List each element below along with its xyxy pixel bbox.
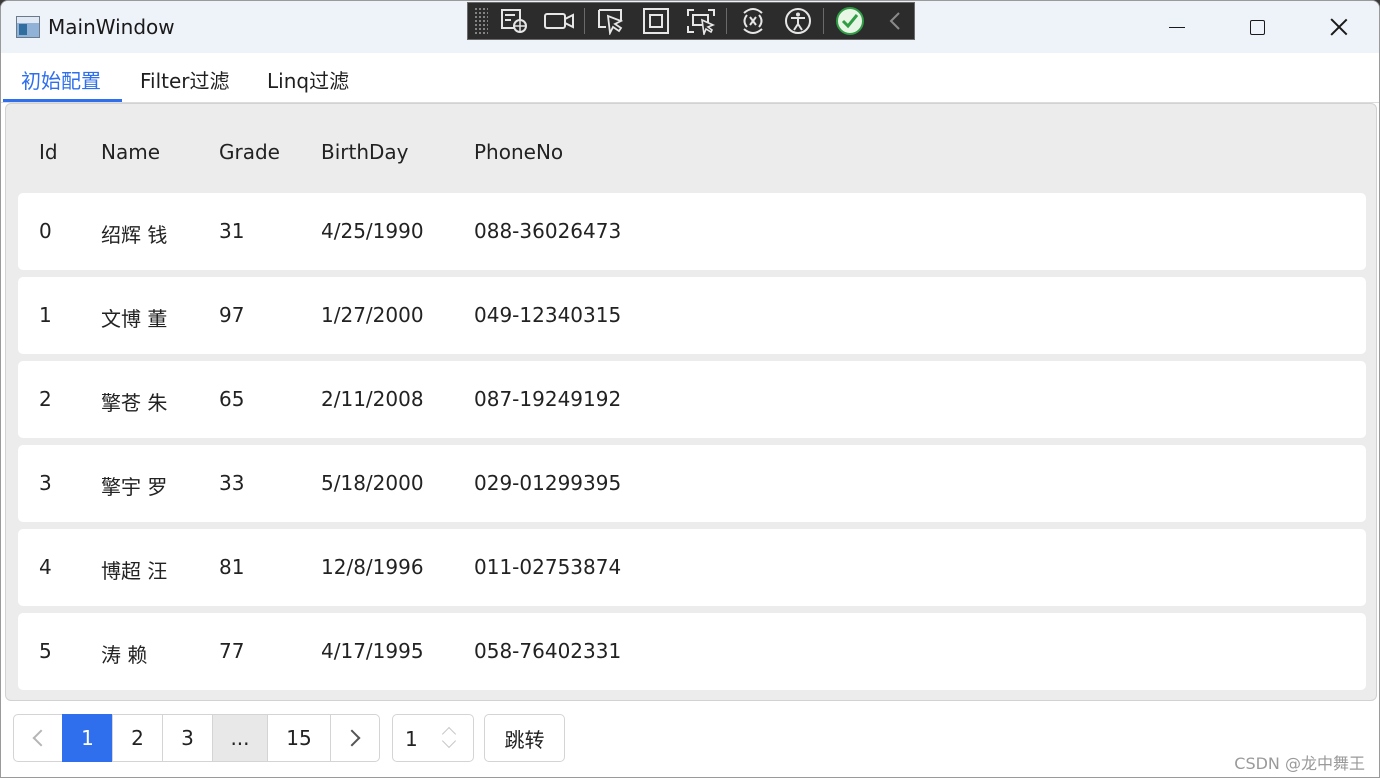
maximize-button[interactable] xyxy=(1217,1,1297,53)
data-grid[interactable]: Id Name Grade BirthDay PhoneNo 0 绍辉 钱 31… xyxy=(5,103,1377,701)
accessibility-icon[interactable] xyxy=(780,5,817,37)
cell-birthday: 5/18/2000 xyxy=(321,471,424,495)
cell-grade: 81 xyxy=(219,555,245,579)
drag-grip-icon[interactable] xyxy=(474,7,488,35)
table-row[interactable]: 1 文博 董 97 1/27/2000 049-12340315 xyxy=(18,277,1366,354)
cell-name: 绍辉 钱 xyxy=(101,223,168,247)
cursor-select-icon[interactable] xyxy=(593,5,630,37)
cell-name: 博超 汪 xyxy=(101,559,168,583)
chevron-left-icon xyxy=(32,729,50,747)
tab-linq[interactable]: Linq过滤 xyxy=(267,65,349,94)
cell-name: 涛 赖 xyxy=(101,643,148,667)
close-button[interactable] xyxy=(1299,1,1379,53)
previous-page-button[interactable] xyxy=(13,714,63,762)
window-title: MainWindow xyxy=(48,15,175,39)
page-number-value[interactable]: 1 xyxy=(405,727,418,751)
toolbar-separator xyxy=(583,8,585,34)
cell-id: 4 xyxy=(39,555,52,579)
cell-id: 3 xyxy=(39,471,52,495)
cell-id: 2 xyxy=(39,387,52,411)
tab-filter[interactable]: Filter过滤 xyxy=(140,65,230,94)
toolbar-separator xyxy=(725,8,727,34)
video-camera-icon[interactable] xyxy=(541,5,578,37)
cell-grade: 77 xyxy=(219,639,245,663)
display-layout-icon[interactable] xyxy=(683,5,720,37)
cell-name: 文博 董 xyxy=(101,307,168,331)
select-element-icon[interactable] xyxy=(496,5,533,37)
cell-birthday: 4/25/1990 xyxy=(321,219,424,243)
cell-phone: 011-02753874 xyxy=(474,555,622,579)
cell-grade: 31 xyxy=(219,219,245,243)
page-button-3[interactable]: 3 xyxy=(162,714,213,762)
toolbar-separator xyxy=(822,8,824,34)
cell-grade: 97 xyxy=(219,303,245,327)
main-window: MainWindow 初始配置 Filter过滤 Linq过滤 Id Name … xyxy=(0,0,1380,778)
minimize-button[interactable] xyxy=(1137,1,1217,53)
xaml-debug-toolbar xyxy=(467,2,915,40)
table-row[interactable]: 5 涛 赖 77 4/17/1995 058-76402331 xyxy=(18,613,1366,690)
jump-button[interactable]: 跳转 xyxy=(484,714,565,762)
watermark-text: CSDN @龙中舞王 xyxy=(1234,754,1365,773)
cell-birthday: 4/17/1995 xyxy=(321,639,424,663)
cell-grade: 33 xyxy=(219,471,245,495)
maximize-icon xyxy=(1249,19,1265,35)
column-header-birthday[interactable]: BirthDay xyxy=(321,140,409,164)
cell-grade: 65 xyxy=(219,387,245,411)
app-window-icon xyxy=(16,16,40,38)
column-header-phone[interactable]: PhoneNo xyxy=(474,140,563,164)
cell-birthday: 2/11/2008 xyxy=(321,387,424,411)
column-header-grade[interactable]: Grade xyxy=(219,140,280,164)
cell-phone: 049-12340315 xyxy=(474,303,622,327)
tab-initial-config[interactable]: 初始配置 xyxy=(21,65,101,94)
page-button-1[interactable]: 1 xyxy=(62,714,113,762)
square-frame-icon[interactable] xyxy=(638,5,675,37)
page-ellipsis[interactable]: ... xyxy=(212,714,268,762)
checkmark-circle-icon[interactable] xyxy=(832,5,869,37)
next-page-button[interactable] xyxy=(330,714,380,762)
page-button-15[interactable]: 15 xyxy=(267,714,331,762)
page-button-2[interactable]: 2 xyxy=(112,714,163,762)
close-icon xyxy=(1330,18,1348,36)
page-number-stepper[interactable]: 1 xyxy=(392,714,474,762)
hot-reload-icon[interactable] xyxy=(735,5,772,37)
grid-header-row: Id Name Grade BirthDay PhoneNo xyxy=(18,140,1366,172)
chevron-right-icon xyxy=(343,729,361,747)
minimize-icon xyxy=(1169,26,1185,28)
column-header-id[interactable]: Id xyxy=(39,140,58,164)
column-header-name[interactable]: Name xyxy=(101,140,160,164)
cell-phone: 029-01299395 xyxy=(474,471,622,495)
table-row[interactable]: 3 擎宇 罗 33 5/18/2000 029-01299395 xyxy=(18,445,1366,522)
cell-birthday: 12/8/1996 xyxy=(321,555,424,579)
tab-bar: 初始配置 Filter过滤 Linq过滤 xyxy=(1,53,1379,103)
cell-phone: 058-76402331 xyxy=(474,639,622,663)
cell-name: 擎宇 罗 xyxy=(101,475,168,499)
chevron-left-icon[interactable] xyxy=(877,5,914,37)
pagination-bar: 1 2 3 ... 15 1 跳转 CSDN @龙中舞王 xyxy=(1,703,1379,777)
cell-id: 5 xyxy=(39,639,52,663)
table-row[interactable]: 2 擎苍 朱 65 2/11/2008 087-19249192 xyxy=(18,361,1366,438)
table-row[interactable]: 4 博超 汪 81 12/8/1996 011-02753874 xyxy=(18,529,1366,606)
active-tab-indicator xyxy=(3,99,122,102)
cell-name: 擎苍 朱 xyxy=(101,391,168,415)
cell-phone: 087-19249192 xyxy=(474,387,622,411)
table-row[interactable]: 0 绍辉 钱 31 4/25/1990 088-36026473 xyxy=(18,193,1366,270)
cell-id: 1 xyxy=(39,303,52,327)
cell-phone: 088-36026473 xyxy=(474,219,622,243)
cell-id: 0 xyxy=(39,219,52,243)
cell-birthday: 1/27/2000 xyxy=(321,303,424,327)
stepper-arrows[interactable] xyxy=(439,725,461,751)
